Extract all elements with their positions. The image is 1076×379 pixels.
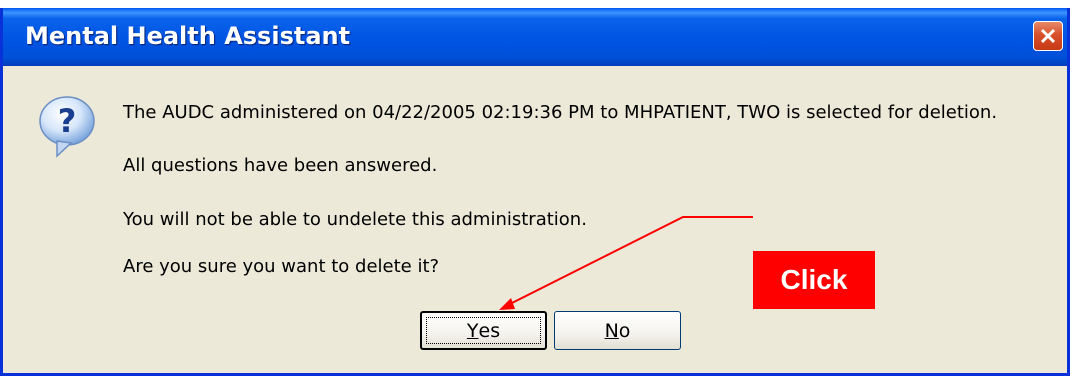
close-button[interactable] bbox=[1033, 21, 1063, 51]
window-title: Mental Health Assistant bbox=[25, 22, 351, 50]
dialog-window: Mental Health Assistant ? The AUDC admin… bbox=[0, 8, 1070, 376]
dialog-body: ? The AUDC administered on 04/22/2005 02… bbox=[3, 66, 1067, 373]
title-bar[interactable]: Mental Health Assistant bbox=[3, 8, 1067, 66]
close-icon bbox=[1040, 28, 1056, 44]
annotation-arrow bbox=[499, 216, 753, 310]
